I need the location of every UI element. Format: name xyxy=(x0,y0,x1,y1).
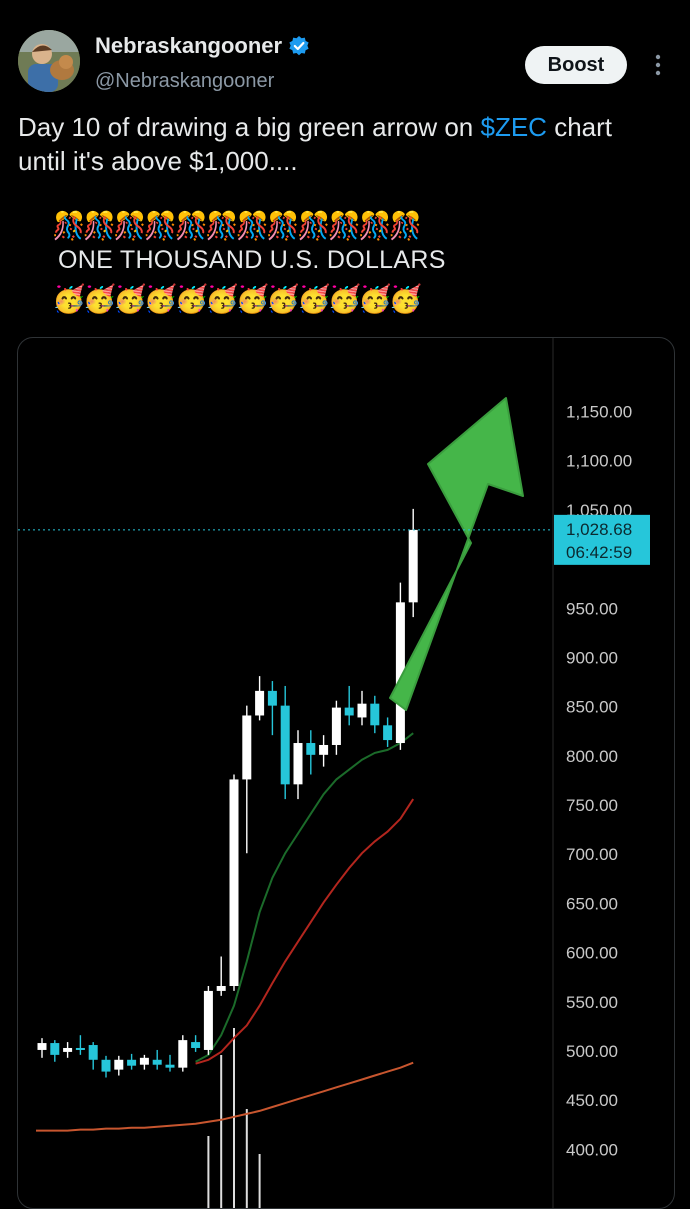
candle-body xyxy=(383,725,393,741)
candle-body xyxy=(357,703,367,718)
candle-body xyxy=(242,715,252,780)
tweet-text-part2: chart xyxy=(546,112,612,142)
candle-body xyxy=(50,1043,60,1055)
volume-bar xyxy=(220,1055,223,1208)
candle-body xyxy=(255,690,265,716)
candle-body xyxy=(127,1059,137,1066)
price-tick-label: 450.00 xyxy=(566,1091,618,1110)
price-tick-label: 550.00 xyxy=(566,993,618,1012)
candle-body xyxy=(139,1057,149,1065)
price-tick-label: 1,150.00 xyxy=(566,403,632,422)
price-tick-label: 750.00 xyxy=(566,796,618,815)
author-handle[interactable]: @Nebraskangooner xyxy=(95,70,274,93)
candle-body xyxy=(63,1047,73,1052)
author-display-name[interactable]: Nebraskangooner xyxy=(95,33,282,59)
price-tick-label: 900.00 xyxy=(566,648,618,667)
candle-body xyxy=(306,743,316,755)
price-tick-label: 600.00 xyxy=(566,944,618,963)
candles xyxy=(37,508,418,1078)
avatar-image xyxy=(18,30,80,92)
candlestick-chart: 1,150.001,100.001,050.00950.00900.00850.… xyxy=(18,338,650,1208)
chart-image[interactable]: 1,150.00 1,100.00 1,050.00 950.00 900.00 850.… xyxy=(17,337,675,1209)
price-axis: 1,150.001,100.001,050.00950.00900.00850.… xyxy=(18,338,650,1208)
candle-body xyxy=(344,707,354,716)
tweet-text-part1: Day 10 of drawing a big green arrow on xyxy=(18,112,481,142)
price-tick-label: 400.00 xyxy=(566,1140,618,1159)
verified-badge-icon xyxy=(289,36,309,56)
confetti-emoji-row: 🎊🎊🎊🎊🎊🎊🎊🎊🎊🎊🎊🎊 xyxy=(52,211,422,241)
price-tick-label: 500.00 xyxy=(566,1042,618,1061)
party-emoji-row: 🥳🥳🥳🥳🥳🥳🥳🥳🥳🥳🥳🥳 xyxy=(52,284,422,314)
price-tick-label: 1,100.00 xyxy=(566,452,632,471)
price-tick-label: 950.00 xyxy=(566,599,618,618)
candle-body xyxy=(191,1042,201,1048)
avatar[interactable] xyxy=(18,30,80,92)
candle-body xyxy=(165,1064,175,1068)
fast-moving-average-line xyxy=(195,732,414,1063)
price-tick-label: 850.00 xyxy=(566,698,618,717)
candle-body xyxy=(280,705,290,785)
moving-averages xyxy=(36,732,415,1132)
candle-body xyxy=(319,744,329,755)
candle-body xyxy=(101,1059,111,1072)
candle-body xyxy=(178,1040,188,1068)
candle-body xyxy=(370,703,380,726)
candle-body xyxy=(267,690,277,706)
volume-bar xyxy=(245,1109,248,1208)
candle-body xyxy=(216,986,226,991)
more-vertical-icon[interactable] xyxy=(650,52,666,78)
countdown-timer: 06:42:59 xyxy=(566,543,632,562)
tweet-text: Day 10 of drawing a big green arrow on $… xyxy=(18,110,678,178)
tweet-big-line: ONE THOUSAND U.S. DOLLARS xyxy=(58,246,446,274)
candle-body xyxy=(37,1043,47,1050)
candle-body xyxy=(331,707,341,745)
candle-body xyxy=(229,779,239,987)
candle-body xyxy=(408,529,418,603)
mid-moving-average-line xyxy=(195,798,415,1065)
volume-bar xyxy=(207,1136,210,1208)
slow-moving-average-line xyxy=(36,1061,414,1132)
candle-body xyxy=(114,1059,124,1070)
price-tick-label: 650.00 xyxy=(566,894,618,913)
last-price-value: 1,028.68 xyxy=(566,520,632,539)
tweet-text-line2: until it's above $1,000.... xyxy=(18,146,298,176)
candle-body xyxy=(152,1059,162,1065)
price-tick-label: 800.00 xyxy=(566,747,618,766)
price-tick-label: 700.00 xyxy=(566,845,618,864)
cashtag-link[interactable]: $ZEC xyxy=(481,112,547,142)
boost-button[interactable]: Boost xyxy=(525,46,627,84)
candle-body xyxy=(88,1045,98,1060)
candle-body xyxy=(293,743,303,785)
author-name-row[interactable]: Nebraskangooner xyxy=(95,33,310,59)
candle-body xyxy=(203,990,213,1050)
volume-bar xyxy=(233,1028,235,1208)
candle-body xyxy=(75,1047,85,1050)
